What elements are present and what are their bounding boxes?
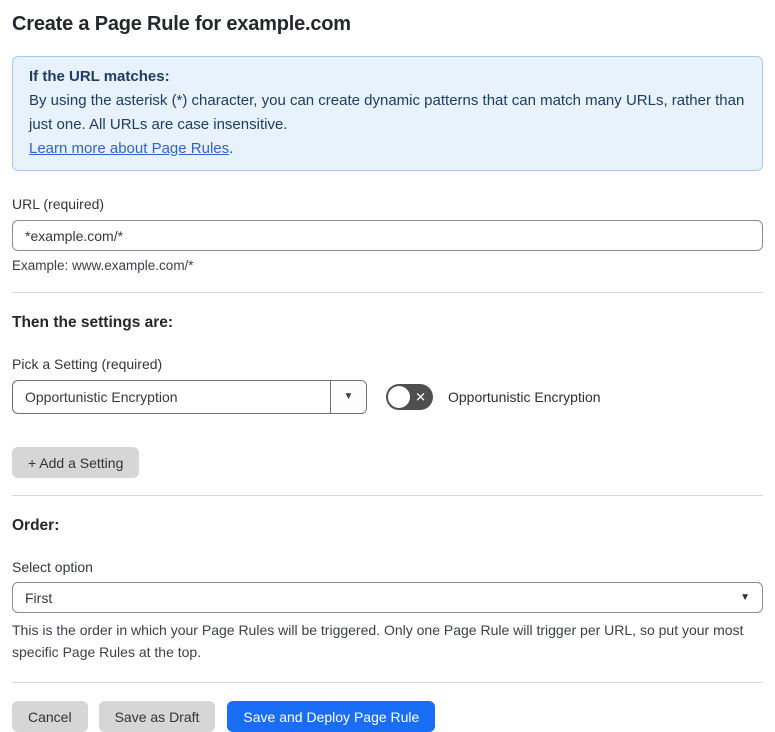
chevron-down-icon: ▼ [343, 391, 354, 402]
order-section-heading: Order: [12, 517, 60, 534]
order-help-text: This is the order in which your Page Rul… [12, 622, 744, 660]
learn-more-link[interactable]: Learn more about Page Rules [29, 140, 229, 157]
info-box-link-line: Learn more about Page Rules. [29, 137, 746, 161]
info-box-heading: If the URL matches: [29, 68, 170, 85]
toggle-knob [388, 386, 410, 408]
toggle-label: Opportunistic Encryption [448, 389, 601, 405]
divider [12, 292, 763, 293]
opportunistic-encryption-toggle[interactable]: ✕ [386, 384, 433, 410]
link-suffix: . [229, 140, 234, 157]
setting-combobox[interactable]: Opportunistic Encryption ▼ [12, 380, 367, 414]
url-match-info-box: If the URL matches: By using the asteris… [12, 56, 763, 171]
setting-combobox-value: Opportunistic Encryption [25, 389, 178, 405]
setting-row: Opportunistic Encryption ▼ ✕ Opportunist… [12, 380, 763, 414]
pick-setting-label: Pick a Setting (required) [12, 356, 163, 372]
order-select[interactable]: First [12, 582, 763, 613]
url-input[interactable] [12, 220, 763, 251]
page-rule-form: Create a Page Rule for example.com If th… [0, 13, 775, 732]
add-setting-button[interactable]: + Add a Setting [12, 447, 140, 478]
url-example-text: Example: www.example.com/* [12, 258, 194, 273]
settings-section-heading: Then the settings are: [12, 314, 174, 331]
info-box-body: By using the asterisk (*) character, you… [29, 92, 745, 133]
setting-combobox-caret-button[interactable]: ▼ [330, 381, 366, 413]
divider [12, 682, 763, 683]
order-select-wrap: First ▼ [12, 582, 763, 613]
divider [12, 495, 763, 496]
toggle-off-x-icon: ✕ [415, 389, 426, 405]
order-select-label: Select option [12, 559, 93, 575]
url-field-label: URL (required) [12, 196, 105, 212]
page-title: Create a Page Rule for example.com [12, 13, 351, 35]
